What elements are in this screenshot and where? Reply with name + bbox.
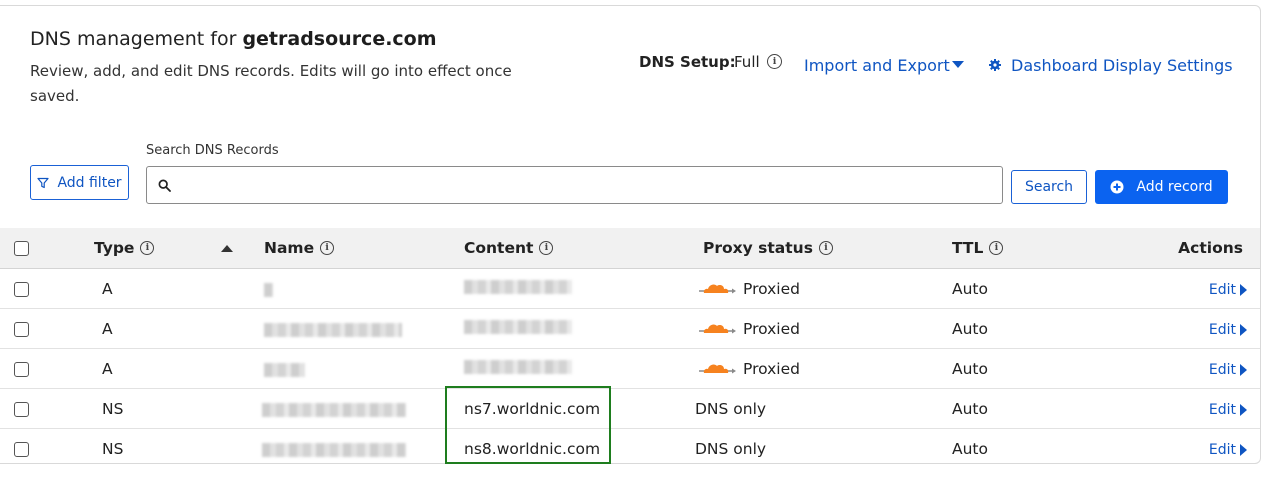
caret-right-icon (1240, 324, 1247, 336)
orange-cloud-icon (699, 324, 736, 334)
proxy-status-label: Proxied (743, 280, 800, 298)
table-header: Type i Name i Content i Proxy status i T… (0, 228, 1260, 269)
search-box[interactable] (146, 166, 1003, 204)
edit-label: Edit (1208, 322, 1236, 338)
title-prefix: DNS management for (30, 28, 243, 50)
info-circle-icon[interactable]: i (989, 241, 1004, 255)
row-checkbox[interactable] (14, 322, 29, 337)
record-type: A (102, 360, 113, 378)
dns-setup-label: DNS Setup: (639, 53, 736, 71)
search-icon (158, 179, 171, 192)
record-ttl: Auto (952, 360, 988, 378)
row-checkbox[interactable] (14, 442, 29, 457)
info-circle-icon[interactable]: i (140, 241, 155, 255)
proxy-status[interactable]: Proxied (699, 360, 800, 378)
domain-name: getradsource.com (242, 28, 437, 50)
proxy-status-label: Proxied (743, 320, 800, 338)
filter-icon (37, 177, 50, 188)
proxy-status[interactable]: Proxied (699, 320, 800, 338)
table-row: A Proxied Auto Edit (0, 349, 1260, 389)
page-subtitle: Review, add, and edit DNS records. Edits… (30, 62, 512, 105)
edit-label: Edit (1208, 282, 1236, 298)
add-record-label: Add record (1136, 179, 1213, 195)
proxy-status-label: DNS only (695, 400, 767, 418)
redacted-content (464, 320, 572, 334)
record-ttl: Auto (952, 440, 988, 458)
redacted-content (464, 280, 572, 294)
edit-button[interactable]: Edit (1209, 282, 1247, 298)
table-row: A Proxied Auto Edit (0, 309, 1260, 349)
orange-cloud-icon (699, 284, 736, 294)
search-label: Search DNS Records (146, 143, 279, 158)
dns-setup-info-icon[interactable]: i (767, 54, 782, 69)
edit-button[interactable]: Edit (1209, 402, 1247, 418)
info-circle-icon[interactable]: i (320, 241, 335, 255)
row-checkbox[interactable] (14, 362, 29, 377)
column-content[interactable]: Content i (464, 239, 554, 257)
row-checkbox[interactable] (14, 402, 29, 417)
record-ttl: Auto (952, 280, 988, 298)
redacted-name (264, 363, 305, 377)
column-ttl-label: TTL (952, 239, 984, 257)
dns-management-card: DNS management for getradsource.com Revi… (0, 5, 1261, 464)
add-filter-button[interactable]: Add filter (30, 165, 129, 200)
column-actions-label: Actions (1178, 239, 1243, 257)
column-proxy-label: Proxy status (703, 239, 813, 257)
record-type: A (102, 320, 113, 338)
column-content-label: Content (464, 239, 534, 257)
column-ttl[interactable]: TTL i (952, 239, 1004, 257)
plus-circle-icon (1110, 180, 1124, 194)
caret-right-icon (1240, 404, 1247, 416)
caret-right-icon (1240, 444, 1247, 456)
proxy-status[interactable]: Proxied (699, 280, 800, 298)
select-all-checkbox[interactable] (14, 241, 29, 256)
dashboard-display-settings-link[interactable]: Dashboard Display Settings (1011, 56, 1233, 75)
column-name-label: Name (264, 239, 315, 257)
redacted-name (262, 403, 406, 417)
caret-down-icon[interactable] (952, 61, 964, 68)
redacted-name (264, 283, 273, 297)
table-row: NS ns7.worldnic.com DNS only Auto Edit (0, 389, 1260, 429)
table-row: A Proxied Auto Edit (0, 269, 1260, 309)
record-ttl: Auto (952, 320, 988, 338)
proxy-status-label: Proxied (743, 360, 800, 378)
caret-right-icon (1240, 284, 1247, 296)
info-circle-icon[interactable]: i (539, 241, 554, 255)
record-content: ns8.worldnic.com (464, 440, 601, 458)
column-actions: Actions (1178, 239, 1243, 257)
table-row: NS ns8.worldnic.com DNS only Auto Edit (0, 429, 1260, 463)
record-type: A (102, 280, 113, 298)
add-record-button[interactable]: Add record (1095, 170, 1228, 204)
row-checkbox[interactable] (14, 282, 29, 297)
redacted-name (262, 443, 406, 457)
column-type[interactable]: Type i (94, 239, 155, 257)
record-type: NS (102, 440, 124, 458)
redacted-content (464, 360, 572, 374)
column-proxy-status[interactable]: Proxy status i (703, 239, 833, 257)
page-title: DNS management for getradsource.com (30, 28, 437, 50)
record-content: ns7.worldnic.com (464, 400, 601, 418)
edit-button[interactable]: Edit (1209, 442, 1247, 458)
redacted-name (264, 323, 402, 337)
column-name[interactable]: Name i (264, 239, 335, 257)
record-ttl: Auto (952, 400, 988, 418)
add-filter-label: Add filter (57, 174, 122, 191)
column-type-label: Type (94, 239, 135, 257)
edit-label: Edit (1208, 442, 1236, 458)
proxy-status-label: DNS only (695, 440, 767, 458)
sort-ascending-icon[interactable] (221, 245, 233, 252)
edit-button[interactable]: Edit (1209, 362, 1247, 378)
orange-cloud-icon (699, 364, 736, 374)
caret-right-icon (1240, 364, 1247, 376)
edit-label: Edit (1208, 402, 1236, 418)
dns-setup-value: Full (734, 53, 760, 71)
search-input[interactable] (179, 167, 994, 203)
edit-label: Edit (1208, 362, 1236, 378)
info-circle-icon[interactable]: i (818, 241, 833, 255)
search-button[interactable]: Search (1011, 170, 1087, 204)
record-type: NS (102, 400, 124, 418)
gear-icon[interactable] (989, 59, 1001, 71)
edit-button[interactable]: Edit (1209, 322, 1247, 338)
import-export-link[interactable]: Import and Export (804, 56, 950, 75)
